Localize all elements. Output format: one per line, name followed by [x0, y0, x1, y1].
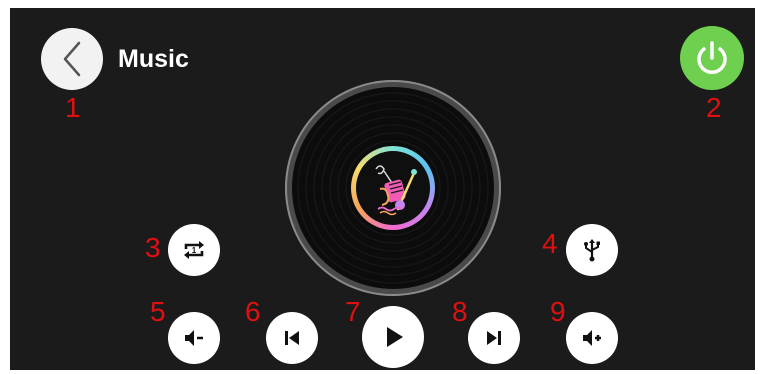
callout-6: 6	[245, 296, 261, 327]
chevron-left-icon	[63, 41, 81, 77]
volume-down-icon	[185, 330, 203, 346]
previous-track-button[interactable]	[266, 312, 318, 364]
music-player-screen: Music 1 1 2 3 4 5 6 7 8 9	[10, 8, 755, 370]
callout-3: 3	[145, 232, 161, 263]
album-art-ring	[351, 146, 435, 230]
callout-8: 8	[452, 296, 468, 327]
skip-previous-icon	[285, 331, 299, 345]
repeat-one-icon: 1	[184, 241, 204, 259]
power-icon	[697, 41, 727, 74]
play-button[interactable]	[362, 306, 424, 368]
svg-text:1: 1	[192, 246, 197, 255]
callout-9: 9	[550, 296, 566, 327]
usb-icon	[584, 239, 600, 262]
callout-7: 7	[345, 296, 361, 327]
volume-up-button[interactable]	[566, 312, 618, 364]
volume-down-button[interactable]	[168, 312, 220, 364]
callout-4: 4	[542, 228, 558, 259]
skip-next-icon	[487, 331, 501, 345]
disc-grooves	[292, 87, 494, 289]
repeat-one-button[interactable]: 1	[168, 224, 220, 276]
album-art	[356, 151, 430, 225]
power-button[interactable]	[680, 26, 744, 90]
album-disc	[285, 80, 501, 296]
next-track-button[interactable]	[468, 312, 520, 364]
volume-up-icon	[583, 330, 601, 346]
music-instruments-art-icon	[375, 165, 417, 216]
callout-1: 1	[65, 92, 81, 123]
page-title: Music	[118, 45, 189, 73]
play-icon	[387, 327, 403, 347]
callout-5: 5	[150, 296, 166, 327]
back-button[interactable]	[41, 28, 103, 90]
callout-2: 2	[706, 92, 722, 123]
usb-source-button[interactable]	[566, 224, 618, 276]
